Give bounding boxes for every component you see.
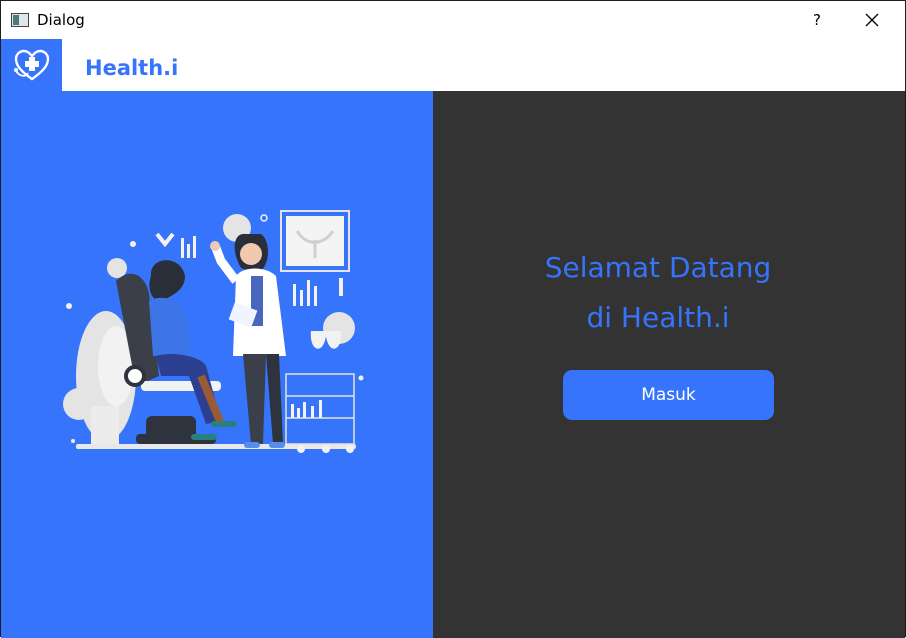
help-button[interactable]: ?	[799, 3, 835, 37]
window-title: Dialog	[37, 11, 85, 29]
title-bar: Dialog ?	[1, 1, 905, 39]
brand-name: Health.i	[85, 56, 179, 80]
welcome-panel: Selamat Datang di Health.i Masuk	[433, 91, 905, 638]
welcome-line-2: di Health.i	[586, 301, 730, 334]
close-icon	[865, 13, 879, 27]
heart-stethoscope-icon	[13, 49, 49, 81]
logo	[1, 39, 62, 91]
welcome-line-1: Selamat Datang	[544, 251, 772, 284]
doctor-patient-illustration	[63, 210, 364, 453]
dialog-window: Dialog ? Health.i Selamat Datang di Heal…	[0, 0, 906, 638]
login-button[interactable]: Masuk	[563, 370, 774, 420]
close-button[interactable]	[849, 3, 895, 37]
app-header: Health.i	[1, 39, 905, 91]
welcome-text: Selamat Datang di Health.i	[433, 243, 883, 343]
app-icon	[11, 13, 29, 27]
illustration-panel	[1, 91, 433, 638]
